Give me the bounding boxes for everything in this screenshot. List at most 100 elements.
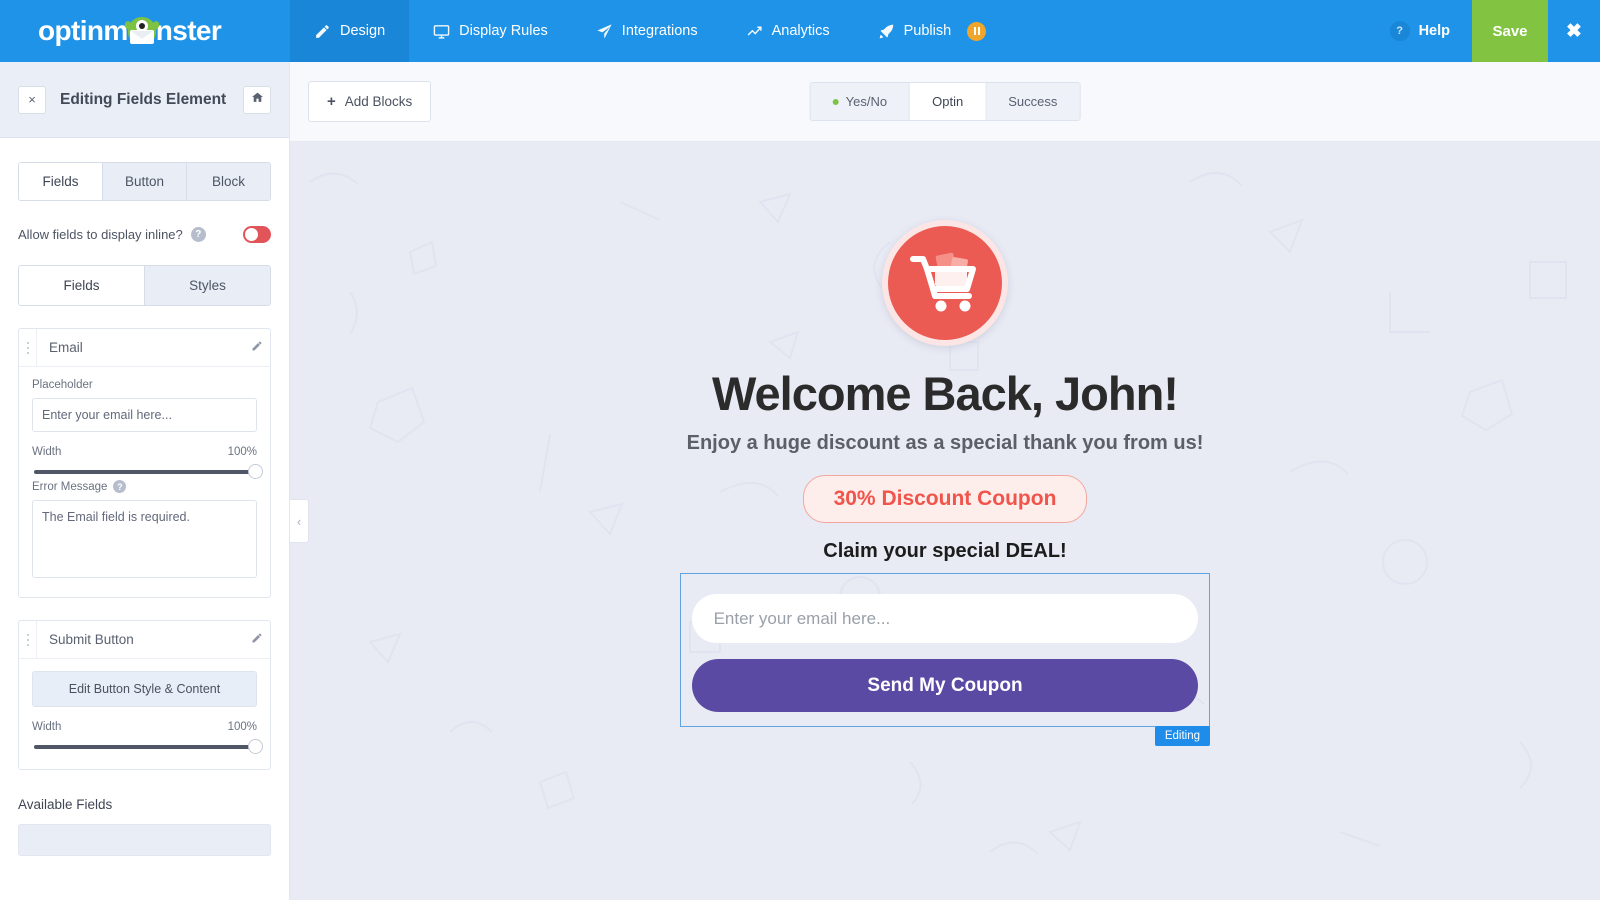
top-navigation-bar: optinm nster Design Display Rules Integr… (0, 0, 1600, 62)
pencil-icon (251, 631, 263, 649)
subtab-styles[interactable]: Styles (145, 266, 270, 305)
edit-field-button[interactable] (244, 339, 270, 357)
nav-item-integrations[interactable]: Integrations (572, 0, 722, 62)
field-card-email: Email Placeholder Width 100% (18, 328, 271, 598)
submit-width-value: 100% (227, 721, 257, 733)
sidebar-close-button[interactable]: × (18, 85, 46, 114)
optin-subheadline: Enjoy a huge discount as a special thank… (686, 432, 1204, 455)
optin-email-input[interactable] (691, 594, 1199, 644)
inline-display-setting: Allow fields to display inline? ? (18, 226, 271, 243)
submit-width-slider[interactable] (34, 739, 263, 754)
canvas-area: + Add Blocks Yes/No Optin Success ‹ Welc… (290, 62, 1600, 900)
view-tab-optin[interactable]: Optin (910, 83, 987, 120)
canvas-toolbar: + Add Blocks Yes/No Optin Success (290, 62, 1600, 142)
status-dot-icon (832, 98, 839, 105)
save-label: Save (1492, 22, 1528, 40)
error-message-textarea[interactable] (32, 500, 257, 578)
nav-item-display-rules[interactable]: Display Rules (409, 0, 572, 62)
placeholder-input[interactable] (32, 398, 257, 432)
available-fields-heading: Available Fields (18, 797, 113, 812)
nav-label-display-rules: Display Rules (459, 23, 548, 39)
question-mark-icon: ? (1389, 21, 1410, 41)
field-card-header: Email (19, 329, 270, 367)
tab-button[interactable]: Button (103, 163, 187, 200)
help-icon[interactable]: ? (190, 227, 206, 242)
tab-block[interactable]: Block (187, 163, 270, 200)
builder-body: × Editing Fields Element Fields Button B… (0, 62, 1600, 900)
available-field-item[interactable] (18, 824, 271, 856)
monster-mascot-icon (123, 17, 161, 47)
publish-paused-badge (967, 21, 987, 41)
sidebar-title: Editing Fields Element (60, 90, 227, 108)
close-builder-button[interactable]: ✖ (1548, 0, 1600, 62)
collapse-sidebar-toggle[interactable]: ‹ (290, 499, 309, 543)
brand-logo[interactable]: optinm nster (0, 0, 290, 62)
optin-headline: Welcome Back, John! (712, 367, 1179, 420)
main-nav: Design Display Rules Integrations Analyt… (290, 0, 1010, 62)
home-button[interactable] (243, 85, 271, 114)
view-tab-label-yes-no: Yes/No (845, 94, 888, 109)
campaign-view-tabs: Yes/No Optin Success (809, 82, 1081, 121)
toggle-knob (245, 228, 258, 241)
view-tab-label-optin: Optin (932, 94, 964, 109)
editor-sidebar: × Editing Fields Element Fields Button B… (0, 62, 290, 900)
submit-width-row: Width 100% (32, 721, 257, 733)
pencil-icon (251, 339, 263, 357)
cart-badge (882, 220, 1008, 346)
drag-handle-icon[interactable] (19, 329, 37, 366)
slider-handle[interactable] (248, 739, 263, 754)
error-message-text: Error Message (32, 480, 108, 493)
field-card-submit-button: Submit Button Edit Button Style & Conten… (18, 620, 271, 770)
error-message-label: Error Message ? (32, 480, 257, 493)
width-slider[interactable] (34, 464, 263, 479)
chart-line-icon (746, 23, 763, 40)
optin-claim-text: Claim your special DEAL! (823, 540, 1067, 563)
inline-display-label: Allow fields to display inline? (18, 227, 183, 242)
home-icon (251, 91, 264, 109)
field-card-title: Email (49, 340, 83, 355)
nav-item-publish[interactable]: Publish (854, 0, 1011, 62)
submit-width-label: Width (32, 721, 62, 733)
save-button[interactable]: Save (1472, 0, 1548, 62)
fields-styles-tabs: Fields Styles (18, 265, 271, 306)
add-blocks-label: Add Blocks (344, 94, 413, 109)
nav-label-analytics: Analytics (771, 23, 830, 39)
brand-wordmark: optinm nster (38, 15, 222, 47)
view-tab-success[interactable]: Success (986, 83, 1080, 120)
brand-text-right: nster (155, 15, 222, 46)
width-label: Width (32, 446, 62, 458)
close-icon: ✖ (1566, 20, 1582, 42)
optin-submit-button[interactable]: Send My Coupon (691, 659, 1199, 713)
plus-icon: + (327, 93, 336, 110)
editing-status-badge: Editing (1154, 726, 1210, 747)
nav-item-design[interactable]: Design (290, 0, 410, 62)
sidebar-scroll-area[interactable]: Fields Button Block Allow fields to disp… (0, 138, 289, 900)
sidebar-header: × Editing Fields Element (0, 62, 289, 138)
nav-item-analytics[interactable]: Analytics (722, 0, 854, 62)
view-tab-yes-no[interactable]: Yes/No (810, 83, 911, 120)
tab-fields[interactable]: Fields (19, 163, 103, 200)
field-card-body: Placeholder Width 100% Error Message ? (19, 367, 270, 597)
help-button[interactable]: ? Help (1368, 0, 1472, 62)
add-blocks-button[interactable]: + Add Blocks (308, 81, 432, 122)
edit-submit-button[interactable] (244, 631, 270, 649)
drag-handle-icon[interactable] (19, 621, 37, 658)
paper-plane-icon (596, 23, 613, 40)
pencil-icon (314, 23, 331, 40)
submit-card-header: Submit Button (19, 621, 270, 659)
slider-handle[interactable] (248, 464, 263, 479)
edit-button-style-content-button[interactable]: Edit Button Style & Content (32, 671, 257, 707)
fields-block-selected[interactable]: Send My Coupon Editing (680, 573, 1210, 747)
help-label: Help (1418, 23, 1450, 39)
inline-display-toggle[interactable] (243, 226, 271, 243)
nav-label-publish: Publish (903, 23, 952, 39)
help-icon[interactable]: ? (113, 480, 127, 493)
shopping-cart-icon (907, 246, 983, 321)
subtab-fields[interactable]: Fields (19, 266, 145, 305)
nav-label-integrations: Integrations (621, 23, 698, 39)
view-tab-label-success: Success (1008, 94, 1058, 109)
close-icon: × (28, 92, 36, 107)
submit-card-title: Submit Button (49, 632, 134, 647)
width-value: 100% (227, 446, 257, 458)
